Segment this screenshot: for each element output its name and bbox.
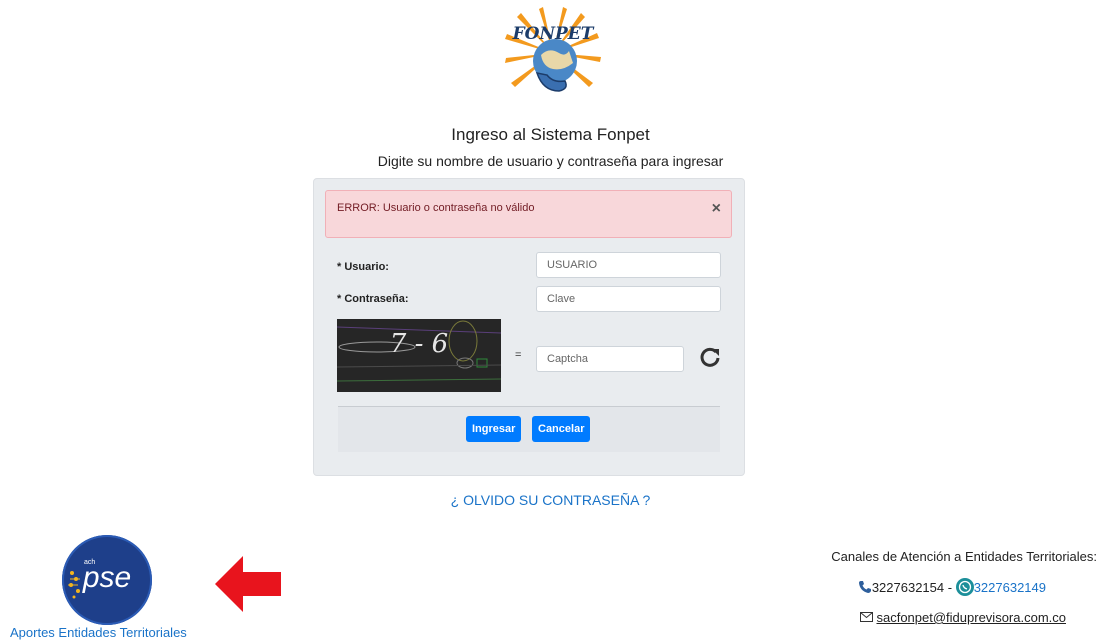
phone-number[interactable]: 3227632154 xyxy=(872,580,944,595)
contact-heading: Canales de Atención a Entidades Territor… xyxy=(831,549,1097,564)
error-alert: ERROR: Usuario o contraseña no válido × xyxy=(325,190,732,238)
form-actions: Ingresar Cancelar xyxy=(338,406,720,452)
pse-label-link[interactable]: Aportes Entidades Territoriales xyxy=(10,625,187,640)
page-subtitle: Digite su nombre de usuario y contraseña… xyxy=(377,153,724,169)
phone-icon xyxy=(858,581,871,593)
email-link[interactable]: sacfonpet@fiduprevisora.com.co xyxy=(876,610,1066,625)
user-input[interactable] xyxy=(536,252,721,278)
whatsapp-number[interactable]: 3227632149 xyxy=(974,580,1046,595)
contact-phones: 3227632154 - 3227632149 xyxy=(858,578,1046,596)
user-label: * Usuario: xyxy=(337,261,389,273)
envelope-icon xyxy=(859,612,873,622)
captcha-text: 7 - 6 xyxy=(390,329,448,359)
cancel-button[interactable]: Cancelar xyxy=(532,416,591,442)
logo-text: FONPET xyxy=(512,24,595,44)
password-input[interactable] xyxy=(536,286,721,312)
phone-separator: - xyxy=(944,580,956,595)
pse-logo-text: pse xyxy=(82,561,131,594)
refresh-icon[interactable] xyxy=(699,346,721,368)
password-label: * Contraseña: xyxy=(337,293,409,305)
submit-button[interactable]: Ingresar xyxy=(466,416,522,442)
fonpet-logo-icon: FONPET xyxy=(505,7,601,92)
page-title: Ingreso al Sistema Fonpet xyxy=(451,125,650,144)
contact-email: sacfonpet@fiduprevisora.com.co xyxy=(859,610,1066,625)
login-panel: ERROR: Usuario o contraseña no válido × … xyxy=(313,178,745,476)
whatsapp-icon xyxy=(955,578,974,596)
captcha-input[interactable] xyxy=(536,346,684,372)
forgot-password-link[interactable]: ¿ OLVIDO SU CONTRASEÑA ? xyxy=(0,492,1101,508)
equals-sign: = xyxy=(515,349,522,361)
pse-logo-icon[interactable]: ach pse xyxy=(62,535,152,625)
captcha-image: 7 - 6 xyxy=(337,319,501,392)
error-message: ERROR: Usuario o contraseña no válido xyxy=(337,202,535,214)
red-arrow-icon xyxy=(215,556,281,612)
close-icon[interactable]: × xyxy=(712,201,721,217)
